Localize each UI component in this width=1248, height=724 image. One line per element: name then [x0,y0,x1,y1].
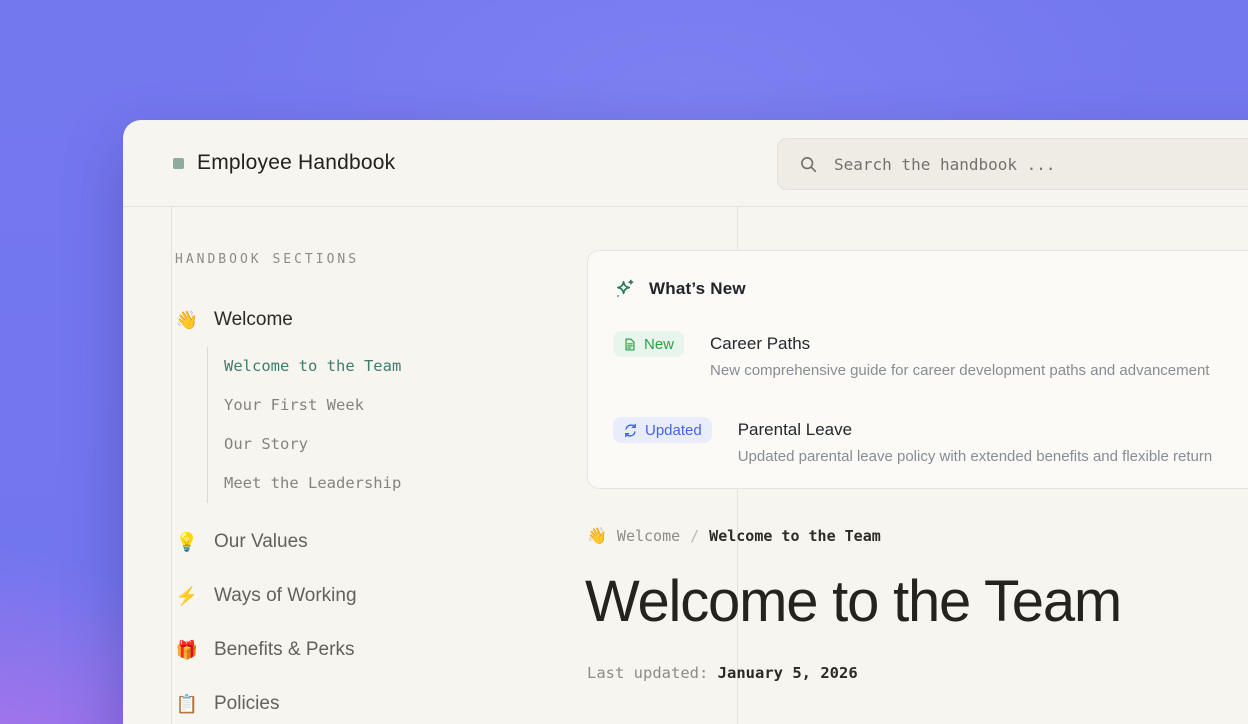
breadcrumb-section-link[interactable]: Welcome [617,527,680,545]
brand-logo-icon [173,158,184,169]
new-badge: New [613,331,684,357]
search-icon [799,155,818,174]
entry-description: Updated parental leave policy with exten… [738,448,1212,465]
sidebar: HANDBOOK SECTIONS 👋 Welcome Welcome to t… [175,206,575,717]
breadcrumb: 👋 Welcome / Welcome to the Team [587,527,1248,545]
breadcrumb-current-page: Welcome to the Team [709,527,881,545]
sidebar-item-our-values[interactable]: 💡 Our Values [175,529,575,555]
entry-title: Parental Leave [738,417,1212,443]
entry-body: Parental Leave Updated parental leave po… [738,417,1212,465]
search-input[interactable] [832,154,1248,175]
badge-label: Updated [645,422,702,439]
badge-label: New [644,336,674,353]
sidebar-item-policies[interactable]: 📋 Policies [175,691,575,717]
whats-new-entry-career-paths[interactable]: New Career Paths New comprehensive guide… [613,331,1248,379]
sidebar-subitem-welcome-to-the-team[interactable]: Welcome to the Team [224,347,575,386]
sparkles-icon [613,278,636,301]
gift-emoji-icon: 🎁 [175,641,199,659]
whats-new-panel: What’s New New Career Paths New comprehe… [587,250,1248,489]
last-updated-value: January 5, 2026 [718,664,858,682]
sidebar-item-benefits-perks[interactable]: 🎁 Benefits & Perks [175,637,575,663]
whats-new-entry-parental-leave[interactable]: Updated Parental Leave Updated parental … [613,417,1248,465]
whats-new-header: What’s New [613,277,1248,301]
updated-badge: Updated [613,417,712,443]
entry-description: New comprehensive guide for career devel… [710,362,1209,379]
app-title: Employee Handbook [197,151,395,175]
sidebar-sublist-welcome: Welcome to the Team Your First Week Our … [207,347,575,503]
purple-backdrop: Employee Handbook HANDBOOK SECTIONS 👋 We… [0,0,1248,724]
sidebar-heading: HANDBOOK SECTIONS [175,252,575,267]
sidebar-item-label: Our Values [214,531,308,553]
entry-body: Career Paths New comprehensive guide for… [710,331,1209,379]
app-header: Employee Handbook [123,120,1248,207]
entry-title: Career Paths [710,331,1209,357]
sidebar-subitem-our-story[interactable]: Our Story [224,425,575,464]
clipboard-emoji-icon: 📋 [175,695,199,713]
lightbulb-emoji-icon: 💡 [175,533,199,551]
last-updated: Last updated: January 5, 2026 [587,664,1248,682]
sidebar-item-label: Benefits & Perks [214,639,354,661]
grid-guide-line-left [171,206,172,724]
sidebar-item-welcome[interactable]: 👋 Welcome [175,307,575,333]
brand: Employee Handbook [173,120,395,206]
whats-new-title: What’s New [649,279,746,299]
refresh-icon [623,423,638,438]
wave-emoji-icon: 👋 [175,311,199,329]
sidebar-item-ways-of-working[interactable]: ⚡ Ways of Working [175,583,575,609]
sidebar-subitem-meet-the-leadership[interactable]: Meet the Leadership [224,464,575,503]
main-content: What’s New New Career Paths New comprehe… [587,206,1248,682]
sidebar-item-label: Welcome [214,309,293,331]
page-title: Welcome to the Team [585,571,1248,634]
search-box[interactable] [777,138,1248,190]
document-icon [623,337,637,352]
wave-emoji-icon: 👋 [587,528,607,544]
lightning-emoji-icon: ⚡ [175,587,199,605]
sidebar-subitem-your-first-week[interactable]: Your First Week [224,386,575,425]
app-window: Employee Handbook HANDBOOK SECTIONS 👋 We… [123,120,1248,724]
last-updated-label: Last updated: [587,664,708,682]
breadcrumb-separator: / [690,527,699,545]
sidebar-item-label: Ways of Working [214,585,357,607]
sidebar-item-label: Policies [214,693,279,715]
